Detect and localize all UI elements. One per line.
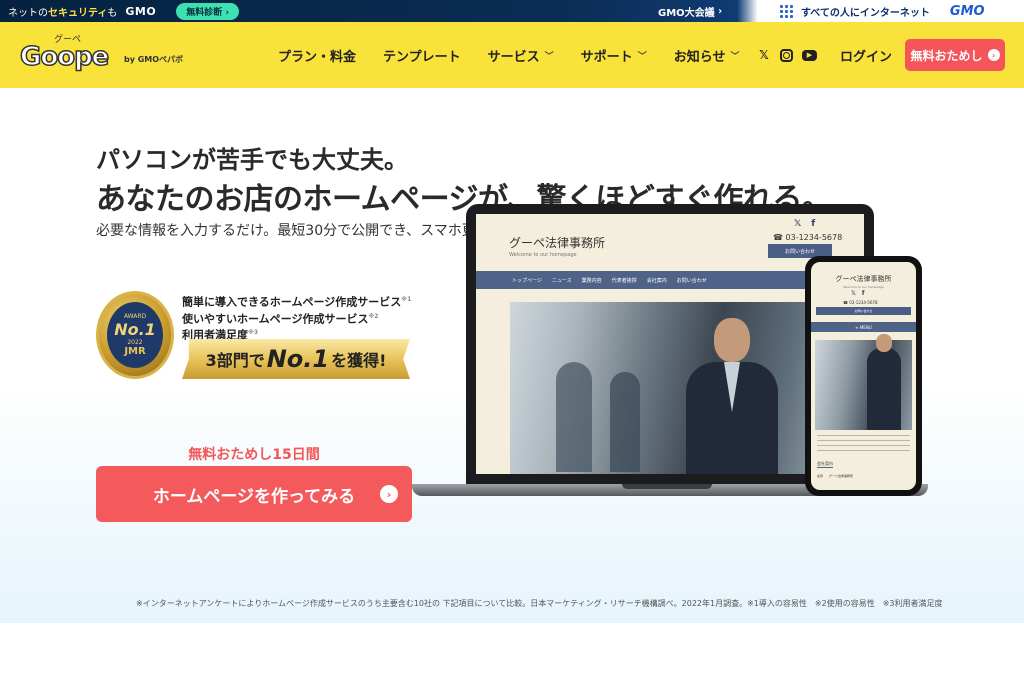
nav-news-label: お知らせ xyxy=(673,49,726,65)
free-trial-label: 無料おためし xyxy=(910,48,983,63)
phone-company-row: 名称 グーペ法律事務所 xyxy=(817,474,854,478)
gmo-logo-right: GMO xyxy=(949,3,985,19)
sample-nav-item: 代表者挨拶 xyxy=(611,277,637,284)
trial-period-label: 無料おためし15日間 xyxy=(188,447,320,463)
sample-nav-item: ニュース xyxy=(551,277,572,284)
main-nav: プラン・料金 テンプレート サービス ﹀ サポート ﹀ お知らせ ﹀ xyxy=(278,22,739,88)
phone-contact-button: お問い合わせ xyxy=(816,307,911,315)
medal-org: JMR xyxy=(124,346,146,357)
gmo-conference-link[interactable]: GMO大会議 › xyxy=(658,0,722,22)
gmo-slogan: すべての人にインターネット xyxy=(801,7,930,19)
arrow-right-icon: › xyxy=(987,49,1000,61)
nav-plans-label: プラン・料金 xyxy=(278,49,357,65)
create-homepage-label: ホームページを作ってみる xyxy=(152,486,356,507)
nav-services-label: サービス xyxy=(487,49,540,65)
sample-phone-number: 03-1234-5678 xyxy=(785,233,843,242)
ribbon-prefix: 3部門で xyxy=(205,351,265,370)
x-icon: 𝕏 xyxy=(794,219,802,229)
nav-services[interactable]: サービス ﹀ xyxy=(488,46,554,65)
free-diagnosis-label: 無料診断 xyxy=(186,7,223,18)
nav-templates-label: テンプレート xyxy=(383,49,461,65)
apps-grid-icon[interactable] xyxy=(780,4,793,18)
hero-subheading: パソコンが苦手でも大丈夫。 xyxy=(96,146,408,174)
phone-company-heading: 会社案内 xyxy=(817,461,833,468)
phone-site-phone: ☎ 03-1234-5678 xyxy=(843,300,878,305)
phone-social: 𝕏f xyxy=(851,290,864,297)
sample-phone: ☎ 03-1234-5678 xyxy=(773,233,843,242)
gmo-top-bar: ネットのセキュリティも GMO 無料診断 › GMO大会議 › すべての人にイン… xyxy=(0,0,1024,22)
create-homepage-button[interactable]: ホームページを作ってみる › xyxy=(96,466,412,522)
security-highlight: セキュリティ xyxy=(48,7,108,19)
logo-wordmark: Goope xyxy=(19,41,110,73)
phone-site-welcome: Welcome to our homepage xyxy=(843,285,884,289)
chevron-down-icon: ﹀ xyxy=(637,51,647,62)
ribbon-no1: No.1 xyxy=(266,345,330,373)
phone-site-title: グーペ法律事務所 xyxy=(835,275,892,283)
survey-footnote: ※インターネットアンケートによりホームページ作成サービスのうち主要含む10社の … xyxy=(136,599,943,608)
sample-nav-item: 会社案内 xyxy=(646,277,667,284)
gmo-group-link[interactable]: すべての人にインターネット GMO xyxy=(780,0,985,22)
x-icon[interactable]: 𝕏 xyxy=(757,48,771,62)
sample-site-welcome: Welcome to our homepage xyxy=(509,252,577,258)
phone-hero-photo xyxy=(815,334,912,430)
sample-hero-photo xyxy=(510,302,838,474)
x-icon: 𝕏 xyxy=(851,290,856,297)
award-item-text: 使いやすいホームページ作成サービス xyxy=(182,312,369,326)
phone-menu-label: MENU xyxy=(859,324,872,330)
phone-site-phone-number: 03-1234-5678 xyxy=(849,300,878,305)
instagram-icon[interactable] xyxy=(780,48,793,62)
phone-mockup: グーペ法律事務所 Welcome to our homepage 𝕏f ☎ 03… xyxy=(805,256,922,496)
facebook-icon: f xyxy=(811,219,816,229)
sample-site-title: グーペ法律事務所 xyxy=(509,236,606,250)
gmo-conference-label: GMO大会議 xyxy=(658,7,715,19)
facebook-icon: f xyxy=(861,290,865,297)
security-banner[interactable]: ネットのセキュリティも GMO 無料診断 › xyxy=(8,0,240,22)
sample-nav-item: 業務内容 xyxy=(581,277,602,284)
logo-by-gmo-pepabo: by GMOペパボ xyxy=(124,55,184,64)
award-block: AWARD No.1 2022 JMR 簡単に導入できるホームページ作成サービス… xyxy=(96,291,416,383)
nav-support[interactable]: サポート ﹀ xyxy=(581,46,647,65)
chevron-down-icon: ﹀ xyxy=(544,51,554,62)
award-item: 使いやすいホームページ作成サービス※2 xyxy=(182,310,411,327)
award-medal: AWARD No.1 2022 JMR xyxy=(96,291,174,379)
medal-no1-text: No.1 xyxy=(114,320,156,339)
security-text: ネットのセキュリティも xyxy=(8,4,117,19)
sample-social: 𝕏f xyxy=(794,219,815,229)
nav-support-label: サポート xyxy=(580,49,633,65)
goope-logo[interactable]: グーペ Goope by GMOペパボ xyxy=(19,32,200,78)
sample-nav-item: トップページ xyxy=(512,277,542,284)
award-list: 簡単に導入できるホームページ作成サービス※1 使いやすいホームページ作成サービス… xyxy=(182,293,411,343)
arrow-right-icon: › xyxy=(380,485,398,503)
login-label: ログイン xyxy=(840,49,893,65)
medal-year: 2022 xyxy=(127,339,143,346)
phone-screen: グーペ法律事務所 Welcome to our homepage 𝕏f ☎ 03… xyxy=(811,262,916,490)
free-trial-button[interactable]: 無料おためし › xyxy=(905,39,1005,71)
social-links: 𝕏 ▶ xyxy=(757,22,817,88)
security-suffix: も xyxy=(107,7,118,19)
nav-news[interactable]: お知らせ ﹀ xyxy=(674,46,740,65)
phone-menu-bar: ≡ MENU xyxy=(811,322,916,332)
gmo-logo: GMO xyxy=(125,4,157,18)
chevron-down-icon: ﹀ xyxy=(730,51,740,62)
free-diagnosis-button[interactable]: 無料診断 › xyxy=(176,2,240,20)
phone-text-lines xyxy=(817,435,910,453)
nav-templates[interactable]: テンプレート xyxy=(383,46,461,65)
youtube-icon[interactable]: ▶ xyxy=(802,49,817,61)
award-note: ※1 xyxy=(401,296,412,303)
award-item-text: 簡単に導入できるホームページ作成サービス xyxy=(182,295,402,309)
nav-plans[interactable]: プラン・料金 xyxy=(278,46,356,65)
ribbon-suffix: を獲得! xyxy=(331,351,387,370)
award-item: 簡単に導入できるホームページ作成サービス※1 xyxy=(182,293,411,310)
award-ribbon: 3部門で No.1 を獲得! xyxy=(182,339,410,379)
medal-award-text: AWARD xyxy=(123,313,147,320)
site-header: グーペ Goope by GMOペパボ プラン・料金 テンプレート サービス ﹀ … xyxy=(0,22,1024,88)
sample-nav-item: お問い合わせ xyxy=(676,277,707,284)
login-link[interactable]: ログイン xyxy=(840,22,892,88)
award-note: ※3 xyxy=(248,329,259,337)
security-prefix: ネットの xyxy=(8,7,48,19)
award-note: ※2 xyxy=(368,312,379,320)
